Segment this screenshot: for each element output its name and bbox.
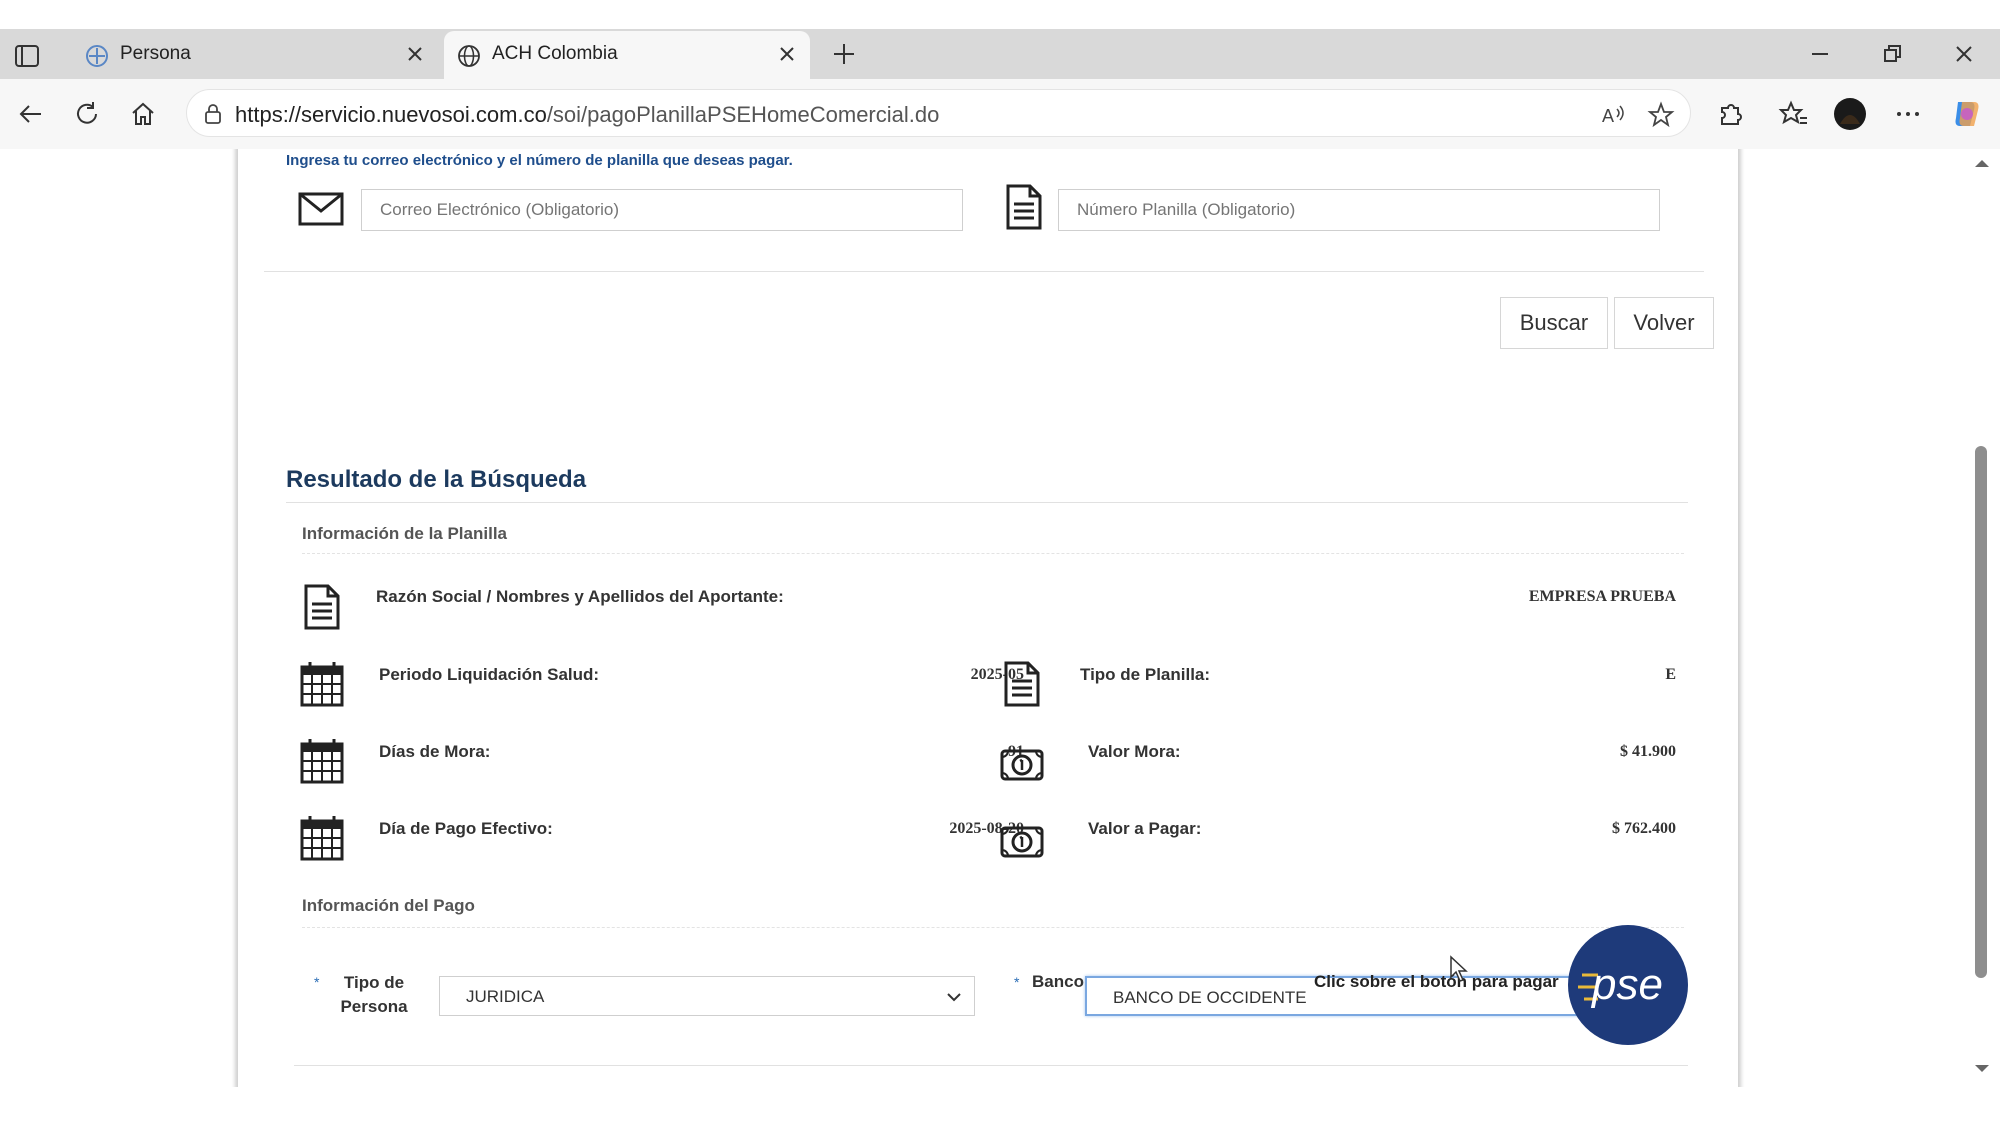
banco-label: Banco — [1032, 972, 1084, 991]
read-aloud-icon[interactable]: A — [1599, 101, 1627, 129]
url-text: https://servicio.nuevosoi.com.co/soi/pag… — [235, 102, 940, 127]
close-tab-icon[interactable] — [776, 43, 798, 65]
divider — [286, 502, 1688, 503]
close-window-icon[interactable] — [1950, 40, 1978, 68]
svg-text:A: A — [1602, 106, 1614, 126]
chevron-down-icon — [947, 993, 961, 1002]
refresh-icon[interactable] — [72, 99, 102, 129]
back-icon[interactable] — [16, 99, 46, 129]
tipo-planilla-value: E — [1665, 666, 1676, 683]
scrollbar-thumb[interactable] — [1975, 446, 1987, 978]
required-marker: * — [314, 974, 320, 990]
tab-persona[interactable]: Persona — [72, 31, 438, 79]
screen-top-strip — [0, 0, 2000, 29]
copilot-icon[interactable] — [1948, 96, 1984, 132]
divider — [294, 1065, 1688, 1066]
svg-text:pse: pse — [1590, 960, 1663, 1009]
results-title: Resultado de la Búsqueda — [286, 466, 587, 493]
close-tab-icon[interactable] — [404, 43, 426, 65]
home-icon[interactable] — [128, 99, 158, 129]
back-button[interactable]: Volver — [1614, 297, 1714, 349]
valor-mora-value: $ 41.900 — [1620, 743, 1676, 760]
payment-page: Ingresa tu correo electrónico y el númer… — [238, 149, 1738, 1087]
restore-icon[interactable] — [1878, 40, 1906, 68]
document-icon — [304, 584, 340, 630]
browser-tab-bar: Persona ACH Colombia — [0, 29, 2000, 79]
intro-text: Ingresa tu correo electrónico y el númer… — [286, 152, 793, 169]
search-button[interactable]: Buscar — [1500, 297, 1608, 349]
valor-pagar-label: Valor a Pagar: — [1088, 819, 1202, 838]
mouse-cursor-icon — [1450, 955, 1468, 982]
valor-mora-label: Valor Mora: — [1088, 742, 1181, 761]
new-tab-icon[interactable] — [830, 40, 858, 68]
tipo-persona-selected: JURIDICA — [466, 987, 545, 1006]
tipo-planilla-label: Tipo de Planilla: — [1080, 665, 1211, 684]
banco-selected: BANCO DE OCCIDENTE — [1113, 988, 1307, 1007]
calendar-icon — [300, 662, 344, 707]
minimize-icon[interactable] — [1806, 40, 1834, 68]
razon-social-label: Razón Social / Nombres y Apellidos del A… — [376, 587, 784, 606]
address-bar[interactable]: https://servicio.nuevosoi.com.co/soi/pag… — [186, 89, 1691, 137]
extensions-icon[interactable] — [1714, 98, 1746, 130]
tab-title: ACH Colombia — [492, 43, 618, 64]
email-input[interactable] — [361, 189, 963, 231]
pse-pay-button[interactable]: pse — [1568, 925, 1688, 1045]
pse-logo-icon: pse — [1570, 927, 1686, 1043]
pay-prompt-text: Clic sobre el botón para pagar — [1314, 972, 1559, 991]
dia-pago-label: Día de Pago Efectivo: — [379, 819, 553, 838]
money-bill-icon — [1000, 749, 1044, 781]
razon-social-value: EMPRESA PRUEBA — [1528, 588, 1676, 605]
lock-icon[interactable] — [201, 102, 225, 126]
tipo-persona-label: Tipo de Persona — [340, 973, 408, 1016]
tab-title: Persona — [120, 43, 191, 64]
dotted-divider — [302, 553, 1684, 554]
document-icon — [1006, 184, 1042, 230]
envelope-icon — [298, 192, 344, 226]
periodo-label: Periodo Liquidación Salud: — [379, 665, 600, 684]
dotted-divider — [302, 927, 1684, 928]
persona-favicon-icon — [86, 45, 108, 67]
calendar-icon — [300, 739, 344, 784]
required-marker: * — [1014, 974, 1020, 990]
tab-ach-colombia[interactable]: ACH Colombia — [444, 31, 810, 79]
money-bill-icon — [1000, 826, 1044, 858]
tab-actions-icon[interactable] — [12, 41, 42, 71]
favorite-star-icon[interactable] — [1647, 101, 1675, 129]
document-icon — [1004, 661, 1040, 707]
dias-mora-label: Días de Mora: — [379, 742, 491, 761]
profile-avatar-icon[interactable] — [1832, 96, 1868, 132]
browser-toolbar: https://servicio.nuevosoi.com.co/soi/pag… — [0, 79, 2000, 149]
planilla-info-heading: Información de la Planilla — [302, 524, 507, 543]
globe-icon — [458, 45, 480, 67]
page-viewport: Ingresa tu correo electrónico y el númer… — [0, 149, 2000, 1087]
tipo-persona-select[interactable]: JURIDICA — [439, 976, 975, 1016]
planilla-number-input[interactable] — [1058, 189, 1660, 231]
calendar-icon — [300, 816, 344, 861]
valor-pagar-value: $ 762.400 — [1612, 820, 1676, 837]
payment-info-heading: Información del Pago — [302, 896, 475, 915]
favorites-icon[interactable] — [1778, 98, 1810, 130]
more-options-icon[interactable] — [1892, 98, 1924, 130]
divider — [264, 271, 1704, 272]
